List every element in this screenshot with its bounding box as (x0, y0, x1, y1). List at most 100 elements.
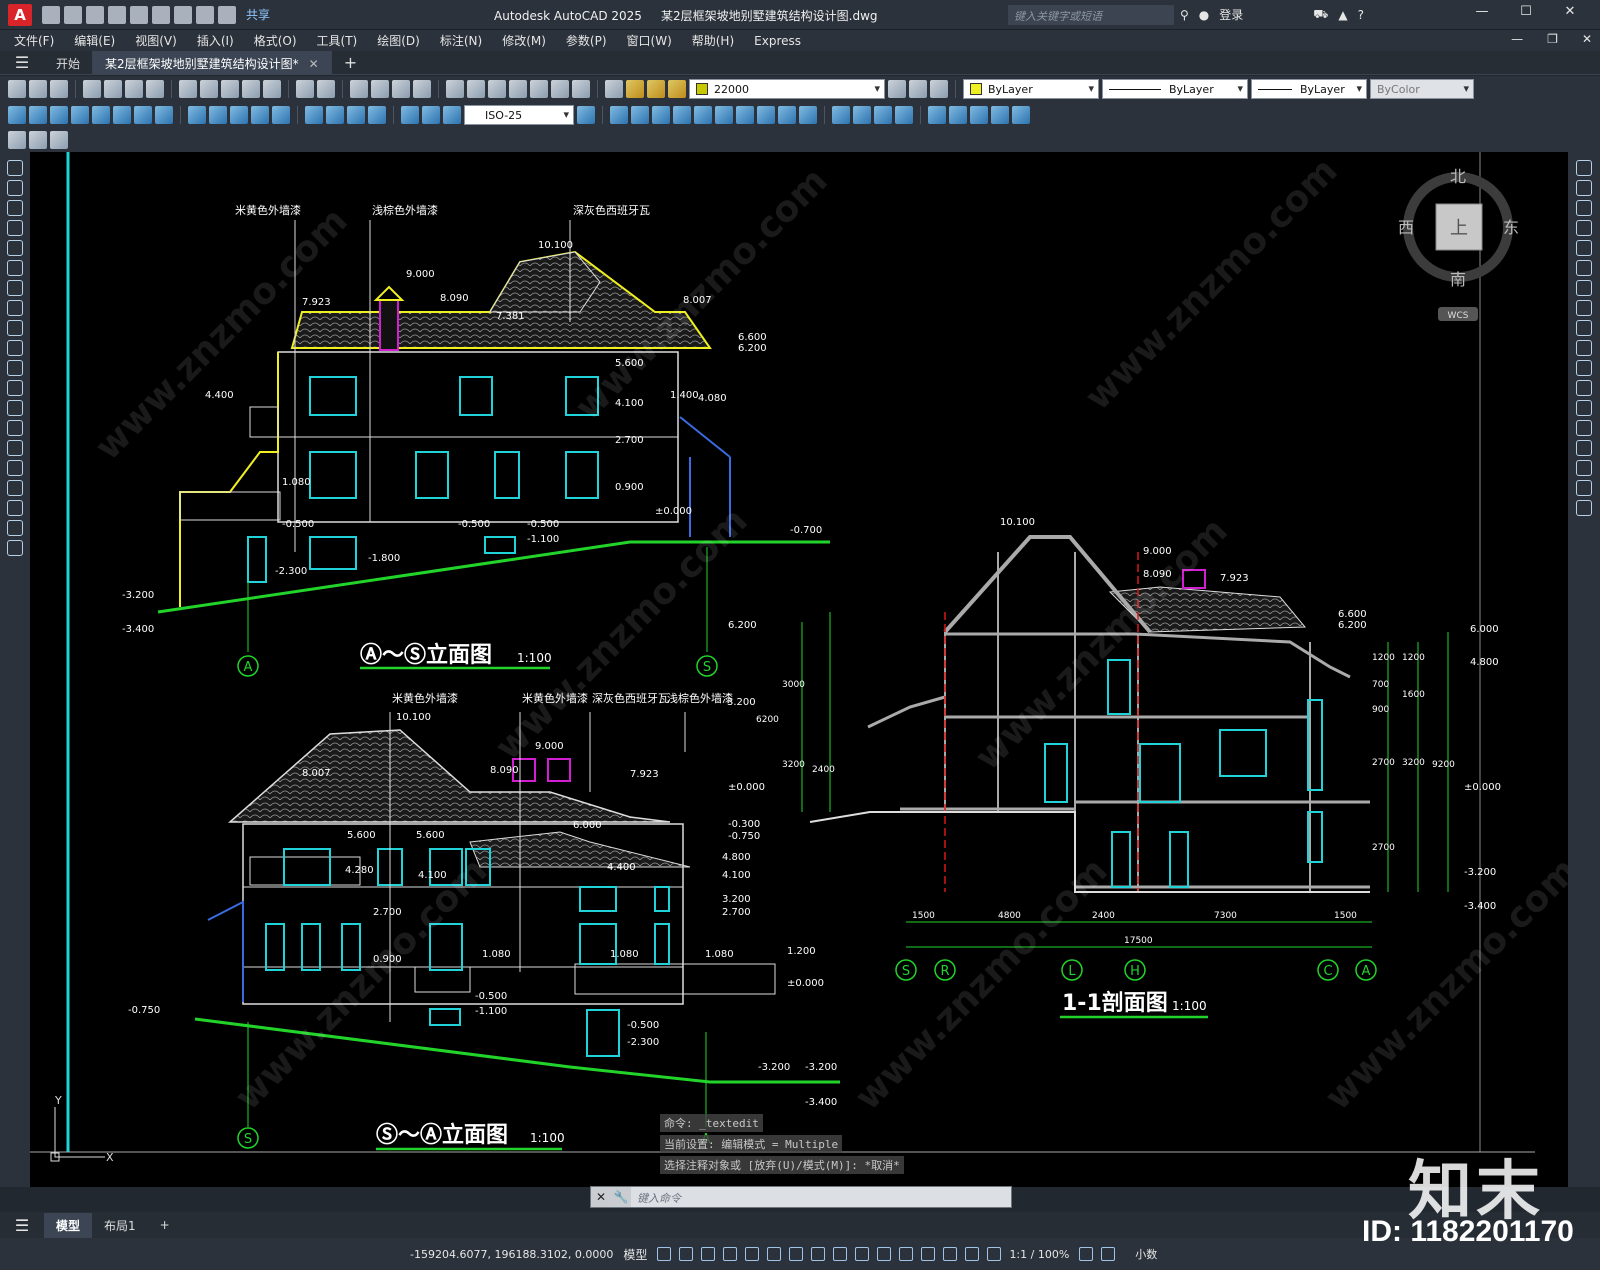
spline-icon[interactable] (7, 320, 23, 336)
markup-icon[interactable] (530, 80, 548, 98)
layer-dropdown[interactable]: 22000 (689, 79, 885, 99)
add-layout-button[interactable]: + (148, 1214, 182, 1236)
login-button[interactable]: 登录 (1219, 6, 1243, 23)
autocad-logo-icon[interactable]: A (8, 3, 32, 26)
menu-icon[interactable]: ☰ (0, 51, 44, 74)
trim-icon[interactable] (1576, 340, 1592, 356)
layer-previous-icon[interactable] (909, 80, 927, 98)
hatch-icon[interactable] (7, 440, 23, 456)
view-se-icon[interactable] (757, 106, 775, 124)
view-left-icon[interactable] (652, 106, 670, 124)
plotstyle-dropdown[interactable]: ByColor (1370, 79, 1474, 99)
diameter-dim-icon[interactable] (134, 106, 152, 124)
menu-format[interactable]: 格式(O) (254, 32, 297, 49)
extend-icon[interactable] (1576, 360, 1592, 376)
erase-icon[interactable] (1576, 160, 1592, 176)
line-icon[interactable] (7, 160, 23, 176)
aligned-dim-icon[interactable] (29, 106, 47, 124)
search-icon[interactable]: ⚲ (1180, 8, 1189, 22)
menu-dimension[interactable]: 标注(N) (440, 32, 482, 49)
undo-icon[interactable] (296, 80, 314, 98)
object-snap-tracking-icon[interactable] (767, 1247, 782, 1261)
view-ne-icon[interactable] (778, 106, 796, 124)
add-selected-icon[interactable] (7, 540, 23, 556)
explode-icon[interactable] (1576, 500, 1592, 516)
polygon-icon[interactable] (7, 220, 23, 236)
help-icon[interactable] (572, 80, 590, 98)
view-front-icon[interactable] (694, 106, 712, 124)
ucs-object-icon[interactable] (1012, 106, 1030, 124)
continue-dim-icon[interactable] (230, 106, 248, 124)
arc-icon[interactable] (7, 260, 23, 276)
dim-update-icon[interactable] (443, 106, 461, 124)
menu-modify[interactable]: 修改(M) (502, 32, 546, 49)
mirror-icon[interactable] (1576, 200, 1592, 216)
jogged-dim-icon[interactable] (113, 106, 131, 124)
insert-block-icon[interactable] (7, 380, 23, 396)
linear-dim-icon[interactable] (8, 106, 26, 124)
new-file-icon[interactable] (42, 5, 60, 24)
dim-style-icon[interactable] (577, 106, 595, 124)
color-dropdown[interactable]: ByLayer (963, 79, 1099, 99)
rectangle-icon[interactable] (7, 240, 23, 256)
fillet-icon[interactable] (1576, 460, 1592, 476)
zoom-previous-icon[interactable] (413, 80, 431, 98)
point-icon[interactable] (7, 420, 23, 436)
copy-object-icon[interactable] (1576, 180, 1592, 196)
match-properties-icon[interactable] (242, 80, 260, 98)
move-icon[interactable] (1576, 260, 1592, 276)
lineweight-icon[interactable] (811, 1247, 826, 1261)
region-icon[interactable] (7, 480, 23, 496)
layout-menu-icon[interactable]: ☰ (0, 1216, 44, 1235)
selection-cycling-icon[interactable] (855, 1247, 870, 1261)
publish-icon[interactable] (125, 80, 143, 98)
zoom-window-icon[interactable] (392, 80, 410, 98)
autodesk-app-icon[interactable]: ▲ (1338, 8, 1347, 22)
customize-command-icon[interactable]: 🔧 (611, 1190, 631, 1204)
chamfer-icon[interactable] (1576, 440, 1592, 456)
viewcube[interactable]: 上 北 南 东 西 WCS (1398, 167, 1519, 321)
save-icon[interactable] (86, 5, 104, 24)
view-back-icon[interactable] (715, 106, 733, 124)
rotate-icon[interactable] (1576, 280, 1592, 296)
compass-west[interactable]: 西 (1398, 218, 1414, 237)
ucs-face-icon[interactable] (991, 106, 1009, 124)
break-icon[interactable] (1576, 400, 1592, 416)
print-icon[interactable] (83, 80, 101, 98)
baseline-dim-icon[interactable] (209, 106, 227, 124)
copy-icon[interactable] (200, 80, 218, 98)
grid-icon[interactable] (657, 1247, 672, 1261)
center-mark-icon[interactable] (326, 106, 344, 124)
scale-icon[interactable] (1576, 300, 1592, 316)
gradient-icon[interactable] (7, 460, 23, 476)
render-icon[interactable] (50, 131, 68, 149)
zoom-realtime-icon[interactable] (371, 80, 389, 98)
save-icon[interactable] (50, 80, 68, 98)
tab-model[interactable]: 模型 (44, 1212, 93, 1238)
sheet-set-icon[interactable] (509, 80, 527, 98)
object-snap-icon[interactable] (789, 1247, 804, 1261)
layer-freeze-icon[interactable] (647, 80, 665, 98)
maximize-icon[interactable]: ☐ (1504, 4, 1548, 19)
undo-icon[interactable] (196, 5, 214, 24)
save-web-icon[interactable] (152, 5, 170, 24)
dynamic-ucs-icon[interactable] (899, 1247, 914, 1261)
new-icon[interactable] (8, 80, 26, 98)
drawing-canvas[interactable]: A S 米黄色外墙漆 浅棕色外墙漆 深灰色西班牙瓦 10.100 9.000 8… (30, 152, 1568, 1187)
tolerance-icon[interactable] (305, 106, 323, 124)
design-center-icon[interactable] (467, 80, 485, 98)
break-point-icon[interactable] (1576, 380, 1592, 396)
view-nw-icon[interactable] (799, 106, 817, 124)
ordinate-dim-icon[interactable] (71, 106, 89, 124)
ortho-icon[interactable] (701, 1247, 716, 1261)
view-top-icon[interactable] (610, 106, 628, 124)
3dprint-icon[interactable] (146, 80, 164, 98)
model-space-button[interactable]: 模型 (623, 1246, 647, 1263)
cart-icon[interactable]: ⛟ (1313, 7, 1328, 23)
open-web-icon[interactable] (130, 5, 148, 24)
tab-drawing[interactable]: 某2层框架坡地别墅建筑结构设计图* ✕ (93, 51, 332, 74)
menu-window[interactable]: 窗口(W) (627, 32, 672, 49)
command-input[interactable]: 键入命令 (631, 1187, 1011, 1207)
tab-start[interactable]: 开始 (44, 51, 94, 74)
tab-layout1[interactable]: 布局1 (92, 1213, 148, 1238)
